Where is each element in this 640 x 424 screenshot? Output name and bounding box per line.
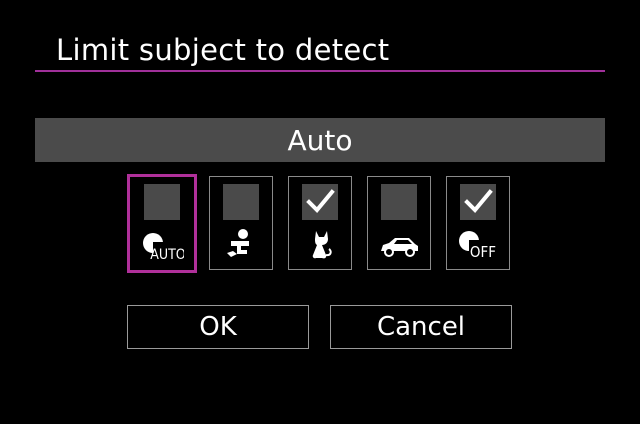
subject-checkbox[interactable]: [381, 184, 417, 220]
mode-label: Auto: [287, 123, 353, 157]
subject-checkbox[interactable]: [302, 184, 338, 220]
check-icon: [464, 189, 493, 213]
subject-option-people[interactable]: [209, 176, 273, 270]
car-icon: [381, 238, 418, 257]
subject-auto-icon-text: AUTO: [150, 247, 184, 263]
check-icon: [306, 189, 335, 213]
subject-checkbox[interactable]: [144, 184, 180, 220]
subject-off-icon: OFF: [459, 231, 499, 261]
mode-label-bar: Auto: [35, 118, 605, 162]
cancel-button[interactable]: Cancel: [330, 305, 512, 349]
person-icon: [227, 229, 249, 257]
subject-option-vehicles[interactable]: [367, 176, 431, 270]
subject-checkbox[interactable]: [460, 184, 496, 220]
title-divider: [35, 70, 605, 72]
subject-off-icon-text: OFF: [470, 243, 496, 261]
subject-auto-icon: AUTO: [143, 233, 184, 263]
page-title: Limit subject to detect: [56, 33, 390, 67]
ok-button[interactable]: OK: [127, 305, 309, 349]
subject-option-auto[interactable]: AUTO: [127, 174, 197, 273]
subject-checkbox[interactable]: [223, 184, 259, 220]
subject-option-animals[interactable]: [288, 176, 352, 270]
subject-option-off[interactable]: OFF: [446, 176, 510, 270]
animal-icon: [312, 231, 332, 259]
